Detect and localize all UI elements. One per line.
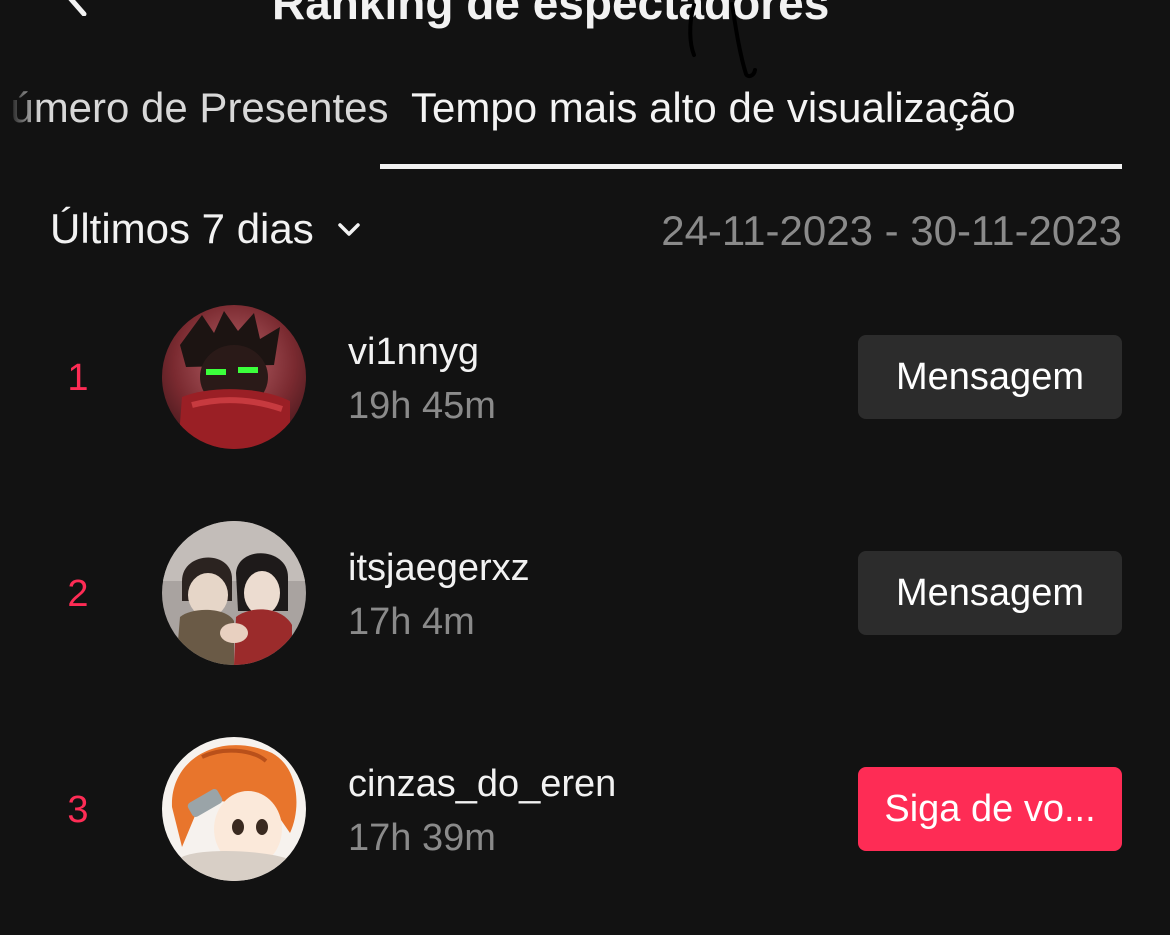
username[interactable]: itsjaegerxz (348, 547, 530, 590)
chevron-down-icon (338, 223, 360, 236)
rank-number: 3 (67, 789, 89, 831)
tab-watch-time[interactable]: Tempo mais alto de visualização (411, 84, 1016, 132)
tab-bar: Número de Presentes Tempo mais alto de v… (0, 70, 1170, 170)
period-label: Últimos 7 dias (50, 205, 314, 252)
ranking-row[interactable]: 3 cinzas_do_eren 17h 39m Siga de vo... (0, 737, 1170, 887)
message-button[interactable]: Mensagem (858, 335, 1122, 419)
filter-row: Últimos 7 dias 24-11-2023 - 30-11-2023 (50, 205, 1122, 265)
watch-time: 19h 45m (348, 385, 496, 427)
watch-time: 17h 39m (348, 817, 496, 859)
follow-back-button[interactable]: Siga de vo... (858, 767, 1122, 851)
avatar[interactable] (162, 521, 306, 665)
ranking-row[interactable]: 1 vi1nnyg 19h 45m Mensagem (0, 305, 1170, 455)
avatar[interactable] (162, 305, 306, 449)
username[interactable]: vi1nnyg (348, 331, 479, 374)
date-range: 24-11-2023 - 30-11-2023 (661, 207, 1122, 254)
active-tab-indicator (380, 164, 1122, 169)
watch-time: 17h 4m (348, 601, 475, 643)
rank-number: 1 (67, 357, 89, 399)
ranking-row[interactable]: 2 itsjaegerxz 17h 4m Mensagem (0, 521, 1170, 671)
back-arrow-icon[interactable] (60, 0, 96, 16)
message-button[interactable]: Mensagem (858, 551, 1122, 635)
avatar[interactable] (162, 737, 306, 881)
tab-gifts[interactable]: Número de Presentes (0, 84, 389, 132)
period-dropdown[interactable]: Últimos 7 dias (50, 205, 362, 253)
rank-number: 2 (67, 573, 89, 615)
username[interactable]: cinzas_do_eren (348, 763, 616, 806)
